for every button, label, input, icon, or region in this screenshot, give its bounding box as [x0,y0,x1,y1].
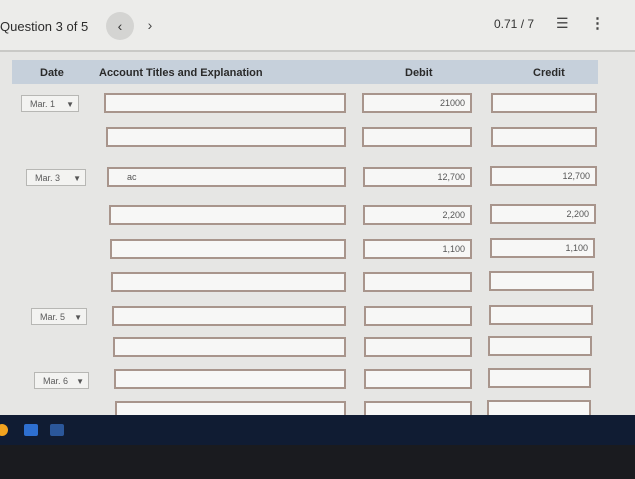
journal-row: Mar. 5 ▼ [0,304,635,330]
more-options-icon[interactable]: ⋮ [590,14,605,32]
journal-row [0,126,635,152]
outlook-icon[interactable] [24,424,38,436]
account-title-input[interactable] [111,272,346,292]
column-header-debit: Debit [405,67,433,79]
debit-input[interactable] [363,272,472,292]
column-header-date: Date [40,67,64,79]
credit-input[interactable] [491,93,597,113]
journal-row: Mar. 1 ▼ 21000 [0,92,635,118]
credit-input[interactable] [491,127,597,147]
debit-input[interactable]: 21000 [362,93,472,113]
debit-input[interactable]: 1,100 [363,239,472,259]
word-icon[interactable] [50,424,64,436]
credit-input[interactable]: 2,200 [490,204,596,224]
date-select-value: Mar. 1 [30,99,56,109]
journal-row [0,271,635,297]
column-header-account: Account Titles and Explanation [99,67,263,79]
debit-input[interactable]: 2,200 [363,205,472,225]
browser-icon[interactable] [0,424,8,436]
date-select[interactable]: Mar. 5 ▼ [31,308,87,325]
previous-question-button[interactable]: ‹ [106,12,134,40]
debit-input[interactable] [362,127,472,147]
debit-input[interactable]: 12,700 [363,167,472,187]
chevron-down-icon: ▼ [66,100,74,109]
account-title-input[interactable] [112,306,346,326]
account-title-input[interactable]: ac [107,167,346,187]
column-header-credit: Credit [533,67,565,79]
journal-row: Mar. 3 ▼ ac 12,700 12,700 [0,166,635,192]
journal-row: Mar. 6 ▼ [0,367,635,393]
account-title-input[interactable] [110,239,346,259]
date-select[interactable]: Mar. 6 ▼ [34,372,89,389]
credit-input[interactable]: 12,700 [490,166,597,186]
chevron-down-icon: ▼ [76,377,84,386]
credit-input[interactable] [489,271,594,291]
debit-input[interactable] [364,306,472,326]
next-question-button[interactable]: › [143,15,157,35]
account-title-input[interactable] [106,127,346,147]
account-title-input[interactable] [104,93,346,113]
score-display: 0.71 / 7 [494,17,535,31]
debit-input[interactable] [364,369,472,389]
debit-input[interactable] [364,401,472,415]
account-title-input[interactable] [113,337,346,357]
journal-table-header: Date Account Titles and Explanation Debi… [12,60,598,84]
date-select-value: Mar. 5 [40,312,66,322]
credit-input[interactable]: 1,100 [490,238,595,258]
quiz-screen: Question 3 of 5 ‹ › 0.71 / 7 ☰ ⋮ Date Ac… [0,0,635,415]
date-select-value: Mar. 6 [43,376,69,386]
account-title-input[interactable] [115,401,346,415]
question-nav-bar: Question 3 of 5 ‹ › 0.71 / 7 ☰ ⋮ [0,0,635,52]
credit-input[interactable] [487,400,591,415]
date-select-value: Mar. 3 [35,173,61,183]
journal-row [0,336,635,362]
date-select[interactable]: Mar. 3 ▼ [26,169,86,186]
question-list-icon[interactable]: ☰ [556,15,569,32]
monitor-bezel [0,445,635,479]
chevron-left-icon: ‹ [117,18,123,34]
account-title-input[interactable] [109,205,346,225]
journal-row: 1,100 1,100 [0,238,635,264]
chevron-down-icon: ▼ [73,174,81,183]
credit-input[interactable] [488,368,591,388]
credit-input[interactable] [489,305,593,325]
credit-input[interactable] [488,336,592,356]
date-select[interactable]: Mar. 1 ▼ [21,95,79,112]
chevron-right-icon: › [147,17,153,33]
chevron-down-icon: ▼ [74,313,82,322]
os-taskbar [0,415,635,445]
journal-row [0,399,635,415]
journal-row: 2,200 2,200 [0,204,635,230]
account-title-input[interactable] [114,369,346,389]
debit-input[interactable] [364,337,472,357]
question-counter: Question 3 of 5 [0,19,89,34]
